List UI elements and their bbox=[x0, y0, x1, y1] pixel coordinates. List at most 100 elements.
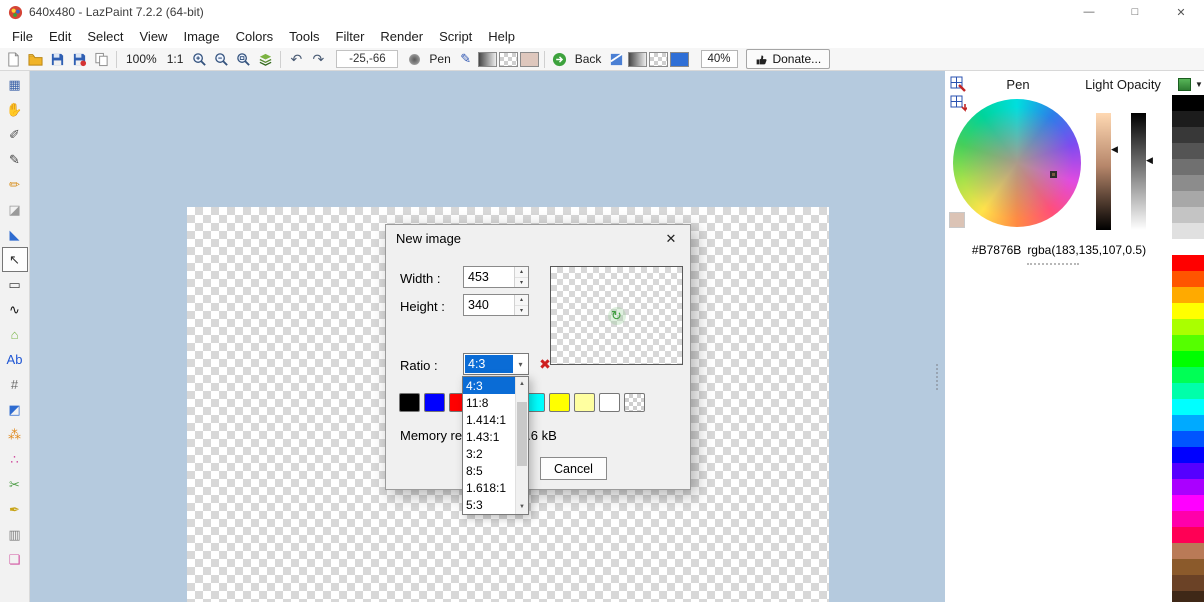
tool-button[interactable]: ✂ bbox=[2, 472, 28, 497]
palette-color[interactable] bbox=[1172, 399, 1204, 415]
ratio-option[interactable]: 5:3 bbox=[463, 496, 515, 513]
pen-gradient-swatch[interactable] bbox=[478, 52, 497, 67]
tool-button[interactable]: ▥ bbox=[2, 522, 28, 547]
palette-color[interactable] bbox=[1172, 415, 1204, 431]
menu-item[interactable]: Script bbox=[431, 26, 480, 47]
save-button[interactable] bbox=[47, 50, 67, 69]
palette-color[interactable] bbox=[1172, 239, 1204, 255]
brush-size-preview[interactable] bbox=[404, 50, 424, 69]
palette-color[interactable] bbox=[1172, 431, 1204, 447]
zoom-original-button[interactable]: 100% bbox=[122, 50, 161, 69]
save-as-button[interactable] bbox=[69, 50, 89, 69]
width-spinbox[interactable]: 453 ▴ ▾ bbox=[463, 266, 529, 288]
palette-menu-arrow-icon[interactable]: ▼ bbox=[1195, 80, 1203, 89]
palette-color[interactable] bbox=[1172, 191, 1204, 207]
opacity-slider[interactable] bbox=[1131, 113, 1146, 230]
dialog-close-icon[interactable]: ✕ bbox=[660, 229, 682, 249]
color-wheel-marker[interactable] bbox=[1050, 171, 1057, 178]
menu-item[interactable]: Select bbox=[79, 26, 131, 47]
panel-resize-grip[interactable] bbox=[1027, 263, 1079, 267]
zoom-1-1-button[interactable]: 1:1 bbox=[163, 50, 188, 69]
lightness-marker-icon[interactable]: ◀ bbox=[1111, 145, 1118, 154]
pen-texture-swatch[interactable] bbox=[499, 52, 518, 67]
palette-color[interactable] bbox=[1172, 527, 1204, 543]
palette-color[interactable] bbox=[1172, 351, 1204, 367]
dropdown-scrollbar[interactable]: ▲ ▼ bbox=[515, 377, 528, 514]
palette-remove-icon[interactable] bbox=[950, 95, 967, 112]
back-color-swatch[interactable] bbox=[670, 52, 689, 67]
spin-up-icon[interactable]: ▴ bbox=[515, 267, 528, 278]
menu-item[interactable]: File bbox=[4, 26, 41, 47]
menu-item[interactable]: Filter bbox=[328, 26, 373, 47]
copy-button[interactable] bbox=[91, 50, 111, 69]
scroll-down-icon[interactable]: ▼ bbox=[516, 500, 528, 514]
close-icon[interactable]: ✕ bbox=[1158, 0, 1204, 24]
palette-color[interactable] bbox=[1172, 287, 1204, 303]
new-image-button[interactable] bbox=[3, 50, 23, 69]
back-fill-icon[interactable] bbox=[606, 50, 626, 69]
spin-up-icon[interactable]: ▴ bbox=[515, 295, 528, 306]
ratio-combobox[interactable]: 4:3 ▾ bbox=[463, 353, 529, 375]
tool-button[interactable]: ✏ bbox=[2, 172, 28, 197]
tool-button[interactable]: ∿ bbox=[2, 297, 28, 322]
chevron-down-icon[interactable]: ▾ bbox=[513, 354, 528, 374]
tool-button[interactable]: ∴ bbox=[2, 447, 28, 472]
ratio-option[interactable]: 1.414:1 bbox=[463, 411, 515, 428]
palette-color[interactable] bbox=[1172, 143, 1204, 159]
palette-color[interactable] bbox=[1172, 207, 1204, 223]
tool-button[interactable]: ◩ bbox=[2, 397, 28, 422]
palette-color[interactable] bbox=[1172, 367, 1204, 383]
undo-icon[interactable]: ↶ bbox=[286, 50, 306, 69]
menu-item[interactable]: Image bbox=[175, 26, 227, 47]
tool-button[interactable]: ◪ bbox=[2, 197, 28, 222]
donate-button[interactable]: Donate... bbox=[746, 49, 830, 69]
palette-color[interactable] bbox=[1172, 463, 1204, 479]
tool-button[interactable]: ▦ bbox=[2, 72, 28, 97]
height-spinbox[interactable]: 340 ▴ ▾ bbox=[463, 294, 529, 316]
palette-color[interactable] bbox=[1172, 495, 1204, 511]
palette-color[interactable] bbox=[1172, 223, 1204, 239]
pen-style-icon[interactable]: ✎ bbox=[456, 50, 476, 69]
tool-button[interactable]: ✒ bbox=[2, 497, 28, 522]
menu-item[interactable]: Render bbox=[372, 26, 431, 47]
tool-button[interactable]: ◣ bbox=[2, 222, 28, 247]
preset-color-swatch[interactable] bbox=[624, 393, 645, 412]
palette-color[interactable] bbox=[1172, 111, 1204, 127]
zoom-fit-icon[interactable] bbox=[233, 50, 253, 69]
palette-color[interactable] bbox=[1172, 543, 1204, 559]
maximize-icon[interactable]: □ bbox=[1112, 0, 1158, 24]
panel-splitter-grip[interactable] bbox=[936, 364, 939, 390]
tool-button[interactable]: ✐ bbox=[2, 122, 28, 147]
tool-button[interactable]: ✎ bbox=[2, 147, 28, 172]
palette-color[interactable] bbox=[1172, 127, 1204, 143]
tool-button[interactable]: # bbox=[2, 372, 28, 397]
reset-proportion-icon[interactable]: ↻ bbox=[608, 307, 626, 325]
palette-color[interactable] bbox=[1172, 319, 1204, 335]
tool-button[interactable]: Ab bbox=[2, 347, 28, 372]
preset-color-swatch[interactable] bbox=[424, 393, 445, 412]
palette-color[interactable] bbox=[1172, 159, 1204, 175]
palette-color[interactable] bbox=[1172, 575, 1204, 591]
current-color-swatch[interactable] bbox=[949, 212, 965, 228]
back-layer-icon[interactable] bbox=[550, 50, 570, 69]
tool-button[interactable]: ▭ bbox=[2, 272, 28, 297]
lightness-slider[interactable] bbox=[1096, 113, 1111, 230]
preset-color-swatch[interactable] bbox=[574, 393, 595, 412]
tool-button[interactable]: ⌂ bbox=[2, 322, 28, 347]
back-gradient-swatch[interactable] bbox=[628, 52, 647, 67]
redo-icon[interactable]: ↷ bbox=[308, 50, 328, 69]
palette-color[interactable] bbox=[1172, 303, 1204, 319]
palette-add-icon[interactable] bbox=[950, 76, 967, 93]
tool-button[interactable]: ✋ bbox=[2, 97, 28, 122]
spin-down-icon[interactable]: ▾ bbox=[515, 306, 528, 316]
opacity-marker-icon[interactable]: ◀ bbox=[1146, 156, 1153, 165]
width-value[interactable]: 453 bbox=[464, 267, 514, 287]
height-value[interactable]: 340 bbox=[464, 295, 514, 315]
clear-ratio-icon[interactable]: ✖ bbox=[536, 354, 554, 374]
tool-button[interactable]: ↖ bbox=[2, 247, 28, 272]
tool-button[interactable]: ❏ bbox=[2, 547, 28, 572]
zoom-out-icon[interactable] bbox=[211, 50, 231, 69]
ratio-option[interactable]: 8:5 bbox=[463, 462, 515, 479]
palette-color[interactable] bbox=[1172, 559, 1204, 575]
palette-color[interactable] bbox=[1172, 95, 1204, 111]
